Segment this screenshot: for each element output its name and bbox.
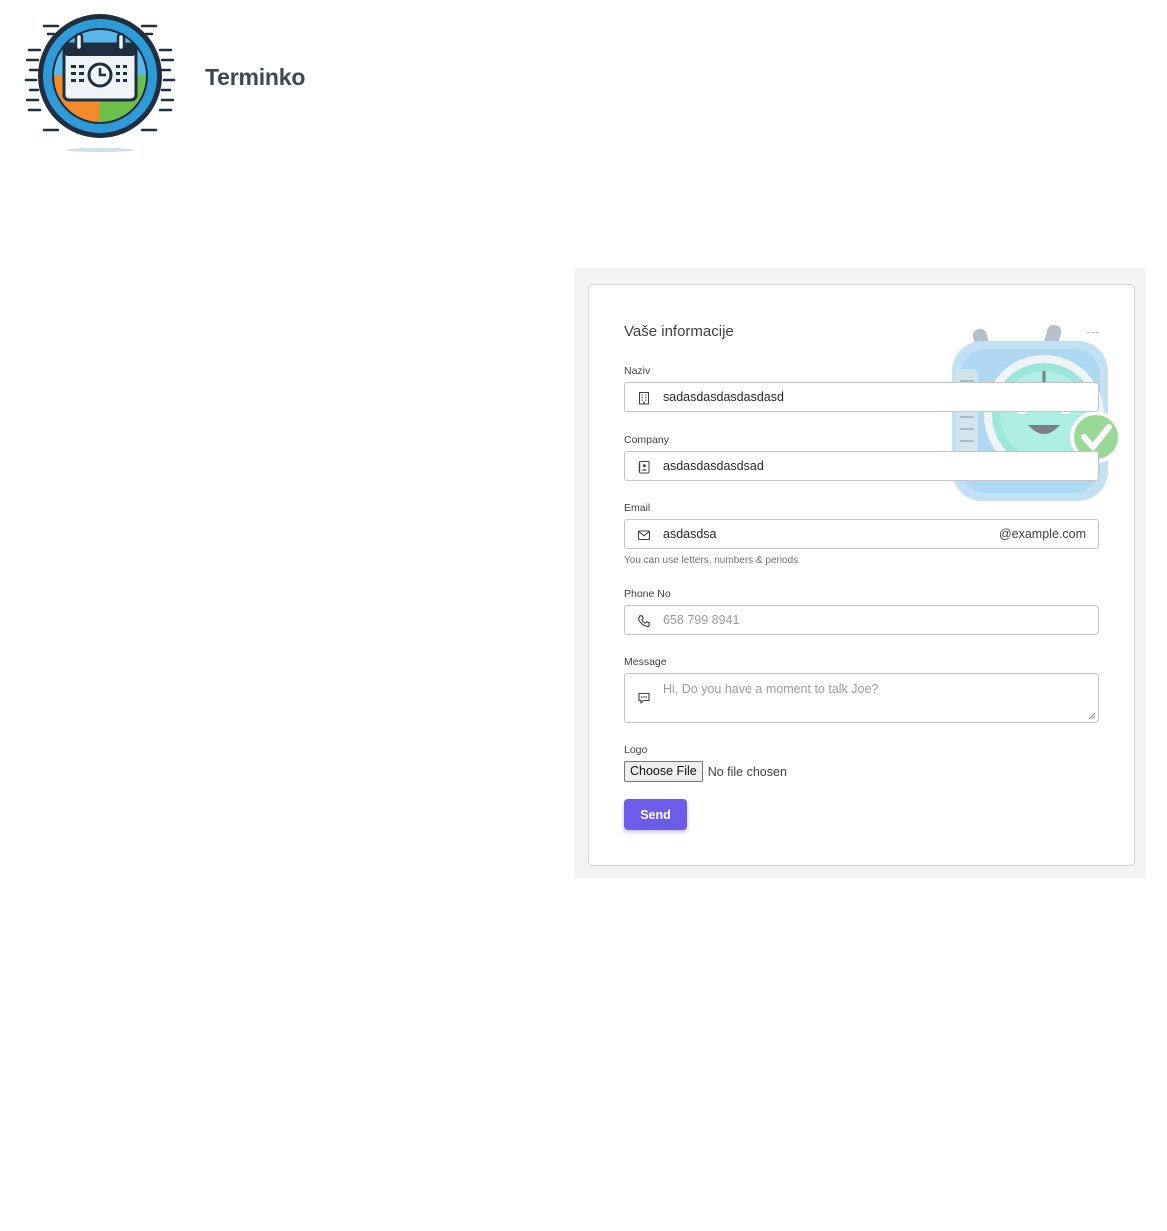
naziv-value: sadasdasdasdasdasd xyxy=(663,390,784,404)
email-input[interactable]: asdasdsa @example.com xyxy=(624,519,1099,549)
phone-label: Phone No xyxy=(624,588,671,600)
decorative-dash xyxy=(1087,332,1099,333)
envelope-icon xyxy=(637,530,651,541)
form-card: Vaše informacije Naziv sadasdasdasdasdas… xyxy=(588,284,1135,866)
choose-file-button[interactable]: Choose File xyxy=(624,761,703,782)
email-label: Email xyxy=(624,502,651,514)
company-input[interactable]: asdasdasdasdsad xyxy=(624,451,1099,481)
naziv-field-group: Naziv sadasdasdasdasdasd xyxy=(624,365,1099,412)
resize-handle-icon[interactable] xyxy=(1088,712,1096,720)
email-domain-suffix: @example.com xyxy=(998,527,1086,541)
email-field-group: Email asdasdsa @example.com You can use … xyxy=(624,502,1099,566)
chat-bubble-icon xyxy=(638,692,650,704)
building-icon xyxy=(639,392,649,405)
contact-book-icon xyxy=(638,461,650,474)
naziv-label: Naziv xyxy=(624,365,651,377)
naziv-input[interactable]: sadasdasdasdasdasd xyxy=(624,382,1099,412)
brand-name: Terminko xyxy=(205,64,306,90)
header: Terminko xyxy=(20,8,350,158)
phone-icon xyxy=(638,615,650,627)
message-field-group: Message Hi, Do you have a moment to talk… xyxy=(624,656,1099,723)
email-hint: You can use letters, numbers & periods xyxy=(624,555,799,566)
logo-file-input: Choose File No file chosen xyxy=(624,761,1099,782)
phone-placeholder: 658 799 8941 xyxy=(663,613,740,627)
company-label: Company xyxy=(624,434,669,446)
message-textarea[interactable]: Hi, Do you have a moment to talk Joe? xyxy=(624,673,1099,723)
logo-field-group: Logo Choose File No file chosen xyxy=(624,744,1099,782)
calendar-clock-logo-icon[interactable] xyxy=(24,8,176,154)
company-field-group: Company asdasdasdasdsad xyxy=(624,434,1099,481)
message-placeholder: Hi, Do you have a moment to talk Joe? xyxy=(663,682,879,696)
phone-input[interactable]: 658 799 8941 xyxy=(624,605,1099,635)
file-status: No file chosen xyxy=(707,764,787,779)
phone-field-group: Phone No 658 799 8941 xyxy=(624,588,1099,635)
form-panel: Vaše informacije Naziv sadasdasdasdasdas… xyxy=(574,268,1146,878)
send-button[interactable]: Send xyxy=(624,799,687,830)
message-label: Message xyxy=(624,656,667,668)
email-value: asdasdsa xyxy=(663,527,717,541)
form-title: Vaše informacije xyxy=(624,323,734,340)
logo-label: Logo xyxy=(624,744,648,756)
company-value: asdasdasdasdsad xyxy=(663,459,764,473)
